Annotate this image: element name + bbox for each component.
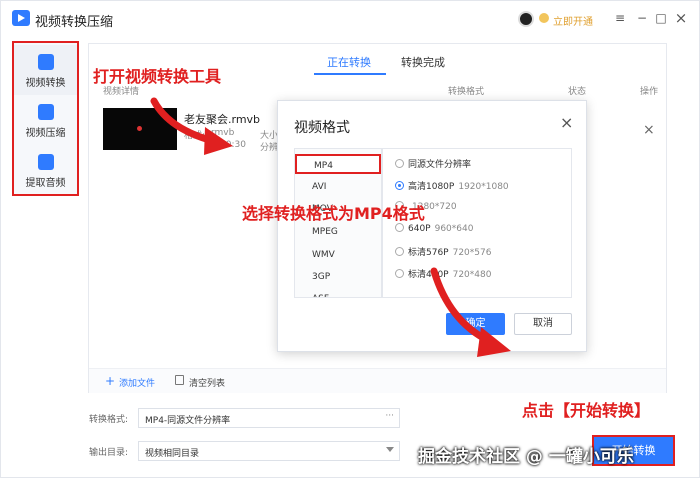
sidebar-item-label: 视频转换 bbox=[25, 78, 66, 89]
more-icon[interactable]: ··· bbox=[385, 411, 394, 421]
title-bar: 视频转换压缩 立即开通 ≡ − □ × bbox=[1, 1, 699, 37]
resolution-option[interactable]: 标清480P 720*480 bbox=[395, 267, 491, 280]
vip-activate-link[interactable]: 立即开通 bbox=[553, 13, 593, 28]
video-compress-icon bbox=[38, 104, 54, 120]
vip-crown-icon bbox=[539, 13, 549, 23]
audio-extract-icon bbox=[38, 154, 54, 170]
output-dir-select[interactable]: 视频相同目录 bbox=[138, 441, 400, 461]
user-avatar[interactable] bbox=[518, 11, 534, 27]
resolution-option[interactable]: 640P 960*640 bbox=[395, 223, 473, 234]
dialog-close-icon[interactable]: × bbox=[560, 113, 573, 132]
sidebar-item-label: 视频压缩 bbox=[25, 128, 66, 139]
close-icon[interactable]: × bbox=[674, 11, 688, 26]
sidebar-item-video-convert[interactable]: 视频转换 bbox=[14, 45, 77, 95]
file-duration: 00:30 bbox=[220, 140, 246, 150]
format-item-mpeg[interactable]: MPEG bbox=[295, 222, 381, 242]
app-logo-icon bbox=[12, 10, 30, 26]
file-resolution-label: 分辨 bbox=[260, 143, 279, 153]
output-format-label: 转换格式: bbox=[89, 415, 129, 425]
resolution-option[interactable]: 高清1080P 1920*1080 bbox=[395, 179, 509, 192]
video-thumbnail bbox=[103, 108, 177, 150]
header-action: 操作 bbox=[640, 87, 659, 97]
resolution-label: 640P bbox=[408, 224, 431, 234]
resolution-label: 标清576P bbox=[408, 248, 449, 258]
format-item-asf[interactable]: ASF bbox=[295, 289, 381, 297]
sidebar-item-label: 提取音频 bbox=[25, 178, 66, 189]
resolution-option[interactable]: 标清576P 720*576 bbox=[395, 245, 491, 258]
dialog-title: 视频格式 bbox=[294, 120, 350, 136]
minimize-icon[interactable]: − bbox=[635, 11, 649, 25]
sidebar-item-video-compress[interactable]: 视频压缩 bbox=[14, 95, 77, 145]
resolution-dims: 960*640 bbox=[434, 224, 474, 234]
remove-file-icon[interactable]: × bbox=[643, 122, 655, 138]
resolution-dims: 1920*1080 bbox=[458, 182, 509, 192]
annotation-step1: 打开视频转换工具 bbox=[93, 67, 222, 86]
chevron-down-icon bbox=[386, 447, 394, 452]
radio-icon bbox=[395, 159, 404, 168]
clear-list-button[interactable]: 清空列表 bbox=[189, 376, 225, 389]
annotation-step2: 选择转换格式为MP4格式 bbox=[242, 204, 425, 223]
maximize-icon[interactable]: □ bbox=[654, 11, 668, 25]
list-footer: + 添加文件 清空列表 bbox=[89, 368, 666, 393]
format-item-3gp[interactable]: 3GP bbox=[295, 267, 381, 287]
cancel-button[interactable]: 取消 bbox=[514, 313, 572, 335]
file-format-label: 格式: bbox=[184, 131, 206, 141]
file-format-value: rmvb bbox=[211, 128, 235, 138]
resolution-option[interactable]: 同源文件分辨率 bbox=[395, 157, 471, 170]
format-item-avi[interactable]: AVI bbox=[295, 177, 381, 197]
plus-icon: + bbox=[105, 374, 116, 388]
active-tab-indicator bbox=[314, 73, 386, 75]
header-format: 转换格式 bbox=[448, 87, 485, 97]
output-dir-value: 视频相同目录 bbox=[145, 449, 200, 459]
video-convert-icon bbox=[38, 54, 54, 70]
sidebar: 视频转换 视频压缩 提取音频 bbox=[12, 41, 79, 196]
format-item-mp4[interactable]: MP4 bbox=[295, 154, 381, 174]
format-dialog: 视频格式 × MP4 AVI MOV MPEG WMV 3GP ASF 同源文件… bbox=[277, 100, 587, 352]
confirm-button[interactable]: 确定 bbox=[446, 313, 505, 335]
radio-icon bbox=[395, 269, 404, 278]
resolution-label: 同源文件分辨率 bbox=[408, 160, 472, 170]
annotation-step3: 点击【开始转换】 bbox=[522, 401, 651, 420]
format-item-wmv[interactable]: WMV bbox=[295, 245, 381, 265]
file-name: 老友聚会.rmvb bbox=[184, 113, 261, 126]
menu-icon[interactable]: ≡ bbox=[613, 11, 627, 25]
radio-selected-icon bbox=[395, 181, 404, 190]
resolution-label: 高清1080P bbox=[408, 182, 455, 192]
sidebar-item-extract-audio[interactable]: 提取音频 bbox=[14, 145, 77, 195]
add-file-button[interactable]: 添加文件 bbox=[119, 376, 155, 389]
radio-icon bbox=[395, 247, 404, 256]
app-title: 视频转换压缩 bbox=[35, 15, 114, 30]
resolution-label: 标清480P bbox=[408, 270, 449, 280]
header-status: 状态 bbox=[568, 87, 587, 97]
resolution-dims: 720*576 bbox=[452, 248, 492, 258]
watermark: 掘金技术社区 @ 一罐小可乐 bbox=[418, 447, 634, 467]
resolution-dims: 720*480 bbox=[452, 270, 492, 280]
app-window: 视频转换压缩 立即开通 ≡ − □ × 视频转换 视频压缩 提取音频 正在转换 … bbox=[0, 0, 700, 478]
trash-icon bbox=[175, 375, 184, 385]
tab-converting[interactable]: 正在转换 bbox=[327, 54, 371, 70]
radio-icon bbox=[395, 223, 404, 232]
tab-completed[interactable]: 转换完成 bbox=[401, 54, 445, 70]
output-format-field[interactable]: MP4-同源文件分辨率 ··· bbox=[138, 408, 400, 428]
output-dir-label: 输出目录: bbox=[89, 448, 129, 458]
output-format-value: MP4-同源文件分辨率 bbox=[145, 416, 231, 426]
